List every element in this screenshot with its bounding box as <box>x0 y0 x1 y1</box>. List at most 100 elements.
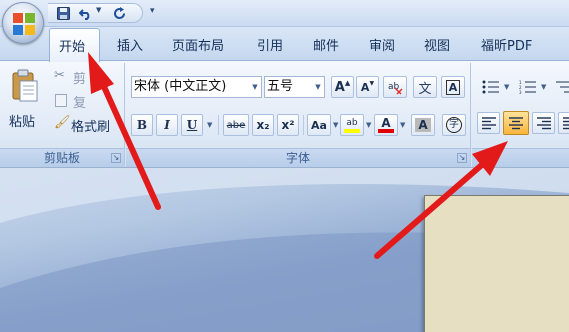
separator <box>218 115 219 135</box>
paste-icon <box>12 69 38 102</box>
character-shading-button[interactable]: A <box>411 114 435 136</box>
copy-label: 复 <box>73 96 87 111</box>
tab-foxit-pdf[interactable]: 福昕PDF <box>481 35 532 54</box>
font-name-combo[interactable]: 宋体 (中文正文) ▼ <box>131 76 262 98</box>
bullets-icon <box>482 80 499 94</box>
italic-button[interactable]: I <box>156 114 178 136</box>
character-border-button[interactable]: A <box>441 76 465 98</box>
paragraph-group: ▼ 123 ▼ <box>472 63 569 167</box>
font-name-value: 宋体 (中文正文) <box>134 79 227 94</box>
document-page[interactable] <box>424 195 569 332</box>
justify-button[interactable] <box>558 112 569 134</box>
font-size-value: 五号 <box>267 79 294 94</box>
font-group-label: 字体 <box>126 148 470 167</box>
font-color-button[interactable]: A <box>374 114 398 136</box>
svg-text:3: 3 <box>519 90 522 94</box>
numbering-dropdown-icon[interactable]: ▼ <box>541 83 546 91</box>
strikethrough-button[interactable]: abe <box>223 114 249 136</box>
underline-icon: U <box>186 118 198 132</box>
italic-icon: I <box>164 118 170 132</box>
align-right-icon <box>536 116 551 129</box>
align-center-icon <box>509 116 523 129</box>
grow-arrow-icon: ▲ <box>344 79 351 87</box>
highlight-icon: ab <box>346 117 358 128</box>
superscript-button[interactable]: x² <box>277 114 299 136</box>
title-bar: ▼ ▾ <box>0 0 569 27</box>
highlight-button[interactable]: ab <box>340 114 364 136</box>
shrink-font-button[interactable]: A ▼ <box>356 76 379 98</box>
numbering-button[interactable]: 123 <box>516 76 540 98</box>
change-case-dropdown-icon[interactable]: ▼ <box>333 121 338 129</box>
office-button[interactable] <box>2 2 44 44</box>
ribbon: 粘贴 ✂ 剪 复 🖌 格式刷 剪贴板 ↘ 宋体 (中文正文) ▼ 五号 ▼ A ▲ <box>0 60 569 168</box>
undo-dropdown-icon[interactable]: ▼ <box>96 6 101 14</box>
font-color-icon: A <box>381 116 391 130</box>
tab-home-label: 开始 <box>59 40 86 55</box>
align-center-button[interactable] <box>503 111 529 135</box>
format-painter-label: 格式刷 <box>71 120 111 135</box>
underline-dropdown-icon[interactable]: ▼ <box>207 121 212 129</box>
quick-access-toolbar: ▼ <box>48 3 143 23</box>
bullets-dropdown-icon[interactable]: ▼ <box>504 83 509 91</box>
tab-references[interactable]: 引用 <box>257 35 283 54</box>
phonetic-guide-icon: 文 <box>418 81 432 97</box>
character-border-icon: A <box>445 79 461 95</box>
enclose-characters-icon: 字 <box>446 117 462 133</box>
font-size-dropdown-icon[interactable]: ▼ <box>312 77 324 97</box>
change-case-button[interactable]: Aa <box>307 114 331 136</box>
paragraph-group-label <box>472 148 569 167</box>
clear-format-icon: ab <box>388 82 403 95</box>
separator <box>303 115 304 135</box>
tab-home[interactable]: 开始 <box>49 28 100 62</box>
font-name-dropdown-icon[interactable]: ▼ <box>249 77 261 97</box>
save-icon[interactable] <box>55 6 71 21</box>
shrink-font-icon: A <box>360 80 370 94</box>
multilevel-list-button[interactable] <box>552 76 569 98</box>
format-painter-icon: 🖌 <box>54 115 71 130</box>
copy-icon <box>55 94 67 107</box>
subscript-button[interactable]: x₂ <box>252 114 274 136</box>
character-shading-icon: A <box>415 118 431 132</box>
phonetic-guide-button[interactable]: 文 <box>413 76 437 98</box>
align-right-button[interactable] <box>532 112 555 134</box>
change-case-icon: Aa <box>311 118 327 132</box>
tab-view[interactable]: 视图 <box>424 35 450 54</box>
align-left-button[interactable] <box>477 112 500 134</box>
highlight-dropdown-icon[interactable]: ▼ <box>366 121 371 129</box>
underline-button[interactable]: U <box>181 114 203 136</box>
align-left-icon <box>481 116 496 129</box>
customize-toolbar-icon[interactable]: ▾ <box>150 6 155 16</box>
justify-icon <box>562 116 569 129</box>
clipboard-launcher-icon[interactable]: ↘ <box>111 153 121 163</box>
font-color-bar <box>378 129 394 133</box>
format-painter-button[interactable]: 🖌 格式刷 <box>54 115 120 135</box>
font-size-combo[interactable]: 五号 ▼ <box>264 76 325 98</box>
font-launcher-icon[interactable]: ↘ <box>457 153 467 163</box>
font-color-dropdown-icon[interactable]: ▼ <box>400 121 405 129</box>
paste-label: 粘贴 <box>9 115 36 130</box>
document-area <box>0 168 569 332</box>
strikethrough-icon: abe <box>226 119 246 131</box>
grow-font-button[interactable]: A ▲ <box>331 76 354 98</box>
ribbon-tab-bar: 开始 插入 页面布局 引用 邮件 审阅 视图 福昕PDF <box>0 27 569 62</box>
enclose-characters-button[interactable]: 字 <box>442 114 466 136</box>
clear-format-button[interactable]: ab <box>383 76 407 98</box>
font-group: 宋体 (中文正文) ▼ 五号 ▼ A ▲ A ▼ ab 文 A B I U ▼ … <box>126 63 471 167</box>
bullets-button[interactable] <box>479 76 503 98</box>
clipboard-group-label: 剪贴板 <box>0 148 124 167</box>
copy-button[interactable]: 复 <box>54 91 114 111</box>
bold-icon: B <box>136 118 148 132</box>
tab-insert[interactable]: 插入 <box>117 35 143 54</box>
undo-icon[interactable] <box>78 6 94 21</box>
multilevel-list-icon <box>556 81 569 93</box>
paste-button[interactable]: 粘贴 <box>5 67 45 137</box>
cut-button[interactable]: ✂ 剪 <box>54 67 114 87</box>
tab-review[interactable]: 审阅 <box>369 35 395 54</box>
subscript-icon: x₂ <box>256 118 270 132</box>
tab-page-layout[interactable]: 页面布局 <box>172 35 224 54</box>
tab-mailings[interactable]: 邮件 <box>313 35 339 54</box>
bold-button[interactable]: B <box>131 114 153 136</box>
redo-icon[interactable] <box>112 6 128 21</box>
shrink-arrow-icon: ▼ <box>369 79 375 87</box>
grow-font-icon: A <box>334 79 345 95</box>
